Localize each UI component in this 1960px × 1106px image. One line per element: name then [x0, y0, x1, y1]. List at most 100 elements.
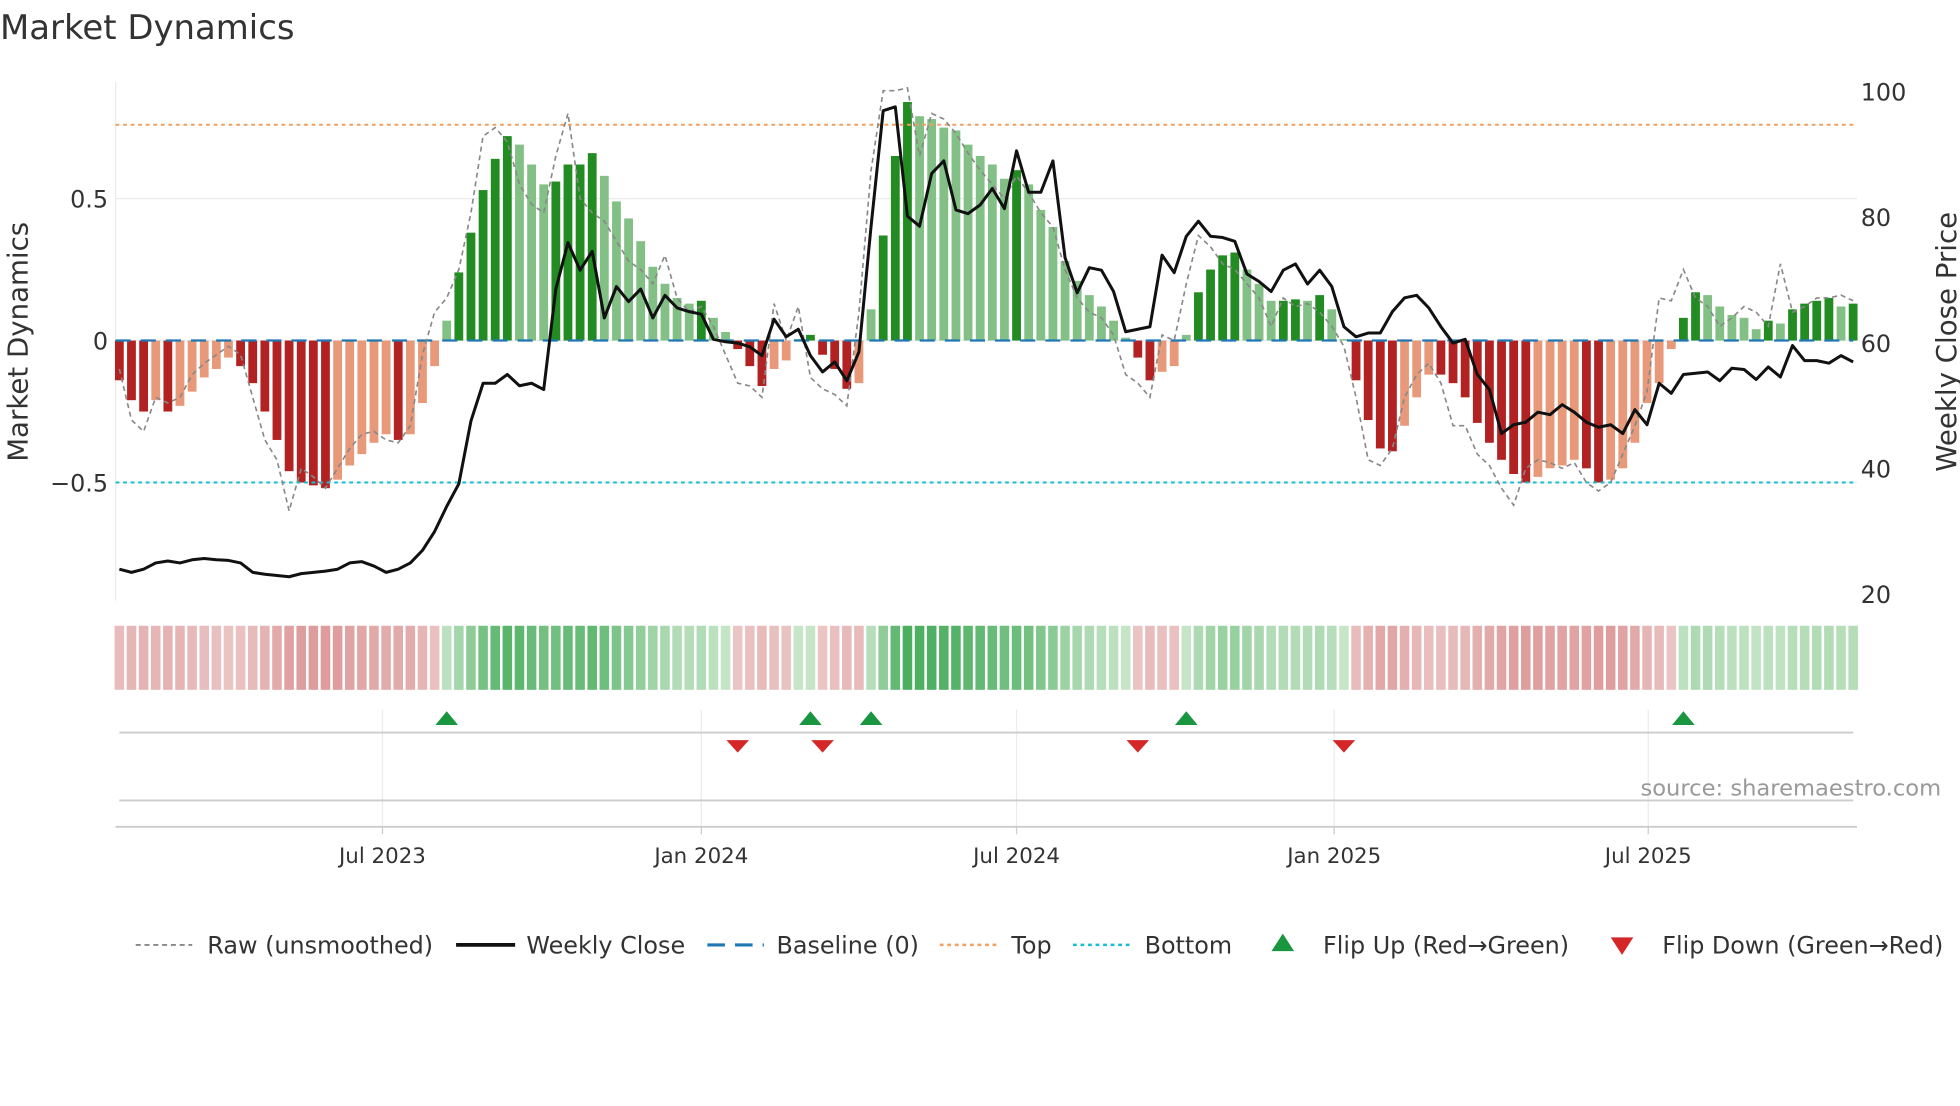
flip-markers	[115, 711, 1857, 828]
histogram-bar	[127, 340, 136, 401]
histogram-bar	[1788, 309, 1797, 341]
heat-cell	[769, 625, 779, 690]
histogram-bar	[393, 340, 403, 440]
heat-cell	[296, 625, 306, 690]
heat-cell	[1314, 625, 1325, 690]
heat-cell	[381, 625, 391, 690]
histogram-bar	[1594, 340, 1603, 483]
histogram-bar	[1836, 306, 1846, 341]
heat-cell	[344, 625, 355, 690]
legend-label: Top	[1010, 932, 1051, 960]
legend-label: Raw (unsmoothed)	[207, 932, 433, 960]
heat-cell	[1569, 625, 1580, 690]
heat-cell	[575, 625, 585, 690]
histogram-bar	[1824, 297, 1834, 341]
histogram-bar	[1751, 329, 1761, 341]
histogram-bar	[1036, 209, 1046, 341]
heat-cell	[1545, 625, 1555, 690]
heat-cell	[696, 625, 707, 690]
heat-cell	[1618, 625, 1628, 690]
histogram-bar	[915, 116, 924, 341]
y2-tick-label: 60	[1861, 330, 1891, 358]
histogram-bar	[1048, 226, 1058, 341]
heat-cell	[1460, 625, 1470, 690]
heat-cell	[720, 625, 731, 690]
heat-cell	[672, 625, 682, 690]
y-axis-label: Market Dynamics	[2, 222, 35, 462]
histogram-bar	[1654, 340, 1664, 384]
flip-up-marker	[1672, 711, 1695, 726]
heat-cell	[429, 625, 440, 690]
heat-cell	[163, 625, 173, 690]
heat-cell	[1060, 625, 1070, 690]
heat-cell	[1145, 625, 1155, 690]
flip-up-marker	[1174, 711, 1198, 726]
heat-cell	[1557, 625, 1567, 690]
histogram-bar	[248, 340, 258, 384]
heat-cell	[223, 625, 234, 690]
histogram-bar	[1800, 303, 1810, 341]
heat-cell	[1072, 625, 1082, 690]
heat-cell	[405, 625, 416, 690]
heat-cell	[1036, 625, 1046, 690]
heat-cell	[660, 625, 670, 690]
heat-cell	[1508, 625, 1519, 690]
histogram-bar	[1012, 170, 1021, 341]
heat-cell	[878, 625, 888, 690]
histogram-bar	[660, 283, 670, 341]
histogram-bar	[1545, 340, 1555, 469]
histogram-bar	[1412, 340, 1422, 398]
heat-cell	[866, 625, 876, 690]
heat-cell	[975, 625, 985, 690]
heat-cell	[1096, 625, 1107, 690]
histogram-bar	[1691, 292, 1700, 341]
histogram-bar	[1060, 261, 1070, 341]
heat-cell	[1424, 625, 1434, 690]
histogram-bar	[963, 144, 973, 341]
heat-cell	[187, 625, 197, 690]
histogram-bar	[1521, 340, 1531, 483]
heat-cell	[1157, 625, 1167, 690]
heat-cell	[1702, 625, 1713, 690]
histogram-bar	[381, 340, 391, 435]
heat-cell	[1605, 625, 1616, 690]
histogram-bar	[1618, 340, 1628, 469]
x-tick-label: Jul 2024	[971, 844, 1060, 869]
histogram-bar	[1218, 255, 1228, 341]
legend-label: Flip Up (Red→Green)	[1323, 932, 1569, 960]
histogram-bar	[1812, 300, 1822, 341]
heat-cell	[939, 625, 949, 690]
heat-cell	[1411, 625, 1422, 690]
histogram-bars	[114, 102, 1858, 489]
heat-cell	[1775, 625, 1786, 690]
heat-cell	[1133, 625, 1143, 690]
legend: Raw (unsmoothed) Weekly Close Baseline (0)…	[135, 932, 1943, 960]
histogram-bar	[1375, 340, 1385, 449]
market-dynamics-chart: Market Dynamics Market Dynamics Weekly C…	[0, 8, 1960, 960]
heat-cell	[1533, 625, 1543, 690]
heat-cell	[1484, 625, 1495, 690]
heat-cell	[284, 625, 294, 690]
histogram-bar	[139, 340, 149, 412]
heat-cell	[854, 625, 864, 690]
heat-cell	[1848, 625, 1858, 690]
heat-cell	[538, 625, 549, 690]
heat-cell	[1715, 625, 1725, 690]
histogram-bar	[612, 201, 621, 341]
histogram-bar	[1109, 320, 1118, 341]
source-note: source: sharemaestro.com	[1640, 775, 1941, 801]
heat-cell	[781, 625, 791, 690]
histogram-bar	[345, 340, 355, 466]
heat-cell	[369, 625, 379, 690]
histogram-bar	[1206, 269, 1215, 341]
histogram-bar	[818, 340, 827, 355]
heat-cell	[757, 625, 767, 690]
heat-cell	[138, 625, 149, 690]
heat-cell	[1630, 625, 1640, 690]
legend-label: Bottom	[1145, 932, 1233, 960]
heat-cell	[357, 625, 367, 690]
x-ticks: Jul 2023 Jan 2024 Jul 2024 Jan 2025 Jul 2025	[337, 826, 1692, 869]
heat-cell	[999, 625, 1010, 690]
heat-cell	[199, 625, 210, 690]
heat-cell	[1593, 625, 1604, 690]
